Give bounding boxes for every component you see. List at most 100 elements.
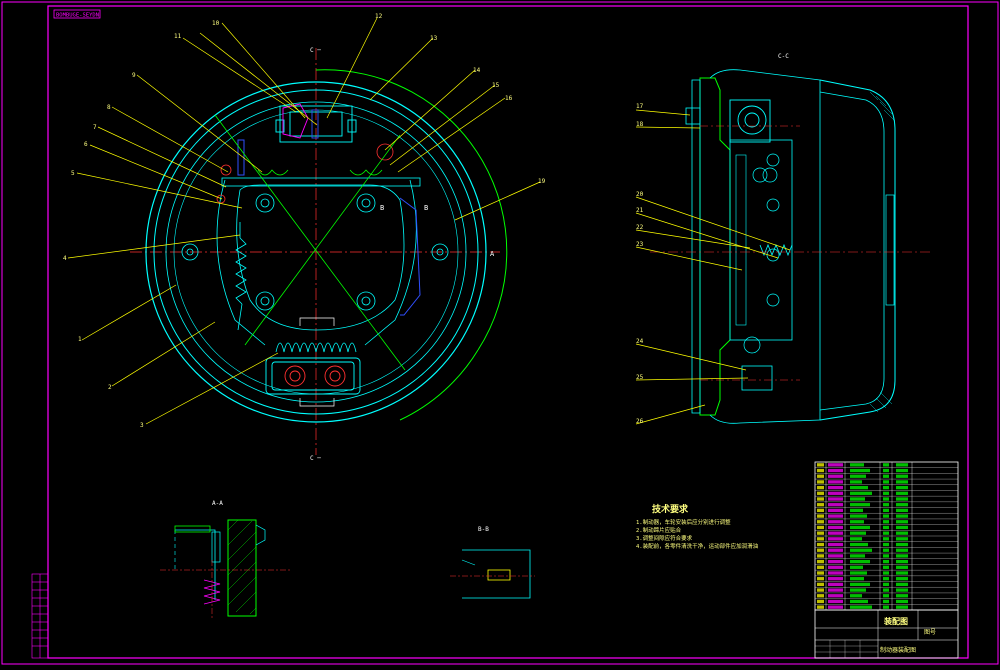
callout-22: 22 bbox=[636, 224, 644, 231]
callout-8: 8 bbox=[107, 104, 111, 111]
callout-4: 4 bbox=[63, 255, 67, 262]
cable-diagonal-1 bbox=[214, 114, 406, 371]
side-leader-lines bbox=[635, 109, 791, 425]
side-view: C-C 17 18 20 21 22 23 24 25 26 bbox=[635, 53, 930, 425]
parts-entry-mark bbox=[883, 491, 889, 495]
parts-entry-mark bbox=[828, 599, 843, 604]
parts-entry-mark bbox=[896, 537, 908, 541]
title-stamp-label: 图号 bbox=[924, 629, 936, 636]
top-spring-right bbox=[349, 169, 383, 176]
parts-entry-mark bbox=[828, 485, 843, 490]
parts-entry-mark bbox=[896, 594, 908, 598]
callout-5: 5 bbox=[71, 170, 75, 177]
parts-entry-mark bbox=[883, 537, 889, 541]
section-mark-top: C ─ bbox=[310, 47, 321, 54]
main-view: C ─ C ─ B B A 1 2 3 4 5 6 7 8 9 10 11 12… bbox=[63, 13, 546, 462]
parts-entry-mark bbox=[828, 497, 843, 501]
parts-entry-mark bbox=[817, 508, 824, 513]
parts-entry-mark bbox=[896, 577, 908, 581]
callout-1: 1 bbox=[78, 336, 82, 343]
callout-26: 26 bbox=[636, 418, 644, 425]
backing-plate-inner bbox=[236, 184, 405, 331]
callout-9: 9 bbox=[132, 72, 136, 79]
section-bb-title: B-B bbox=[478, 526, 489, 533]
parts-entry-mark bbox=[828, 571, 843, 575]
parts-entry-mark bbox=[896, 468, 908, 473]
parts-entry-mark bbox=[850, 491, 872, 495]
parts-entry-mark bbox=[883, 485, 889, 490]
parts-entry-mark bbox=[883, 565, 889, 569]
parts-entry-mark bbox=[896, 548, 908, 552]
section-aa: A-A bbox=[160, 500, 290, 620]
callout-15: 15 bbox=[492, 82, 500, 89]
parts-entry-mark bbox=[817, 485, 824, 490]
parts-entry-mark bbox=[883, 554, 889, 558]
parts-entry-mark bbox=[883, 468, 889, 473]
parts-entry-mark bbox=[828, 554, 843, 558]
callout-10: 10 bbox=[212, 20, 220, 27]
parts-entry-mark bbox=[817, 565, 824, 569]
mark-b-left: B bbox=[380, 204, 384, 212]
parts-entry-mark bbox=[817, 594, 824, 598]
parts-entry-mark bbox=[850, 605, 872, 609]
top-spring-left bbox=[257, 169, 289, 176]
tech-req-line-3: 3.调整间隙应符合要求 bbox=[636, 534, 693, 542]
parts-entry-mark bbox=[828, 542, 843, 547]
parts-entry-mark bbox=[896, 525, 908, 530]
section-mark-bottom: C ─ bbox=[310, 455, 321, 462]
bb-key bbox=[487, 569, 511, 581]
parts-entry-mark bbox=[817, 588, 824, 592]
parts-entry-mark bbox=[850, 571, 867, 575]
parts-entry-mark bbox=[828, 594, 843, 598]
parts-entry-mark bbox=[883, 577, 889, 581]
parts-entry-mark bbox=[828, 480, 843, 484]
parts-entry-mark bbox=[883, 508, 889, 513]
callout-23: 23 bbox=[636, 241, 644, 248]
drum-profile-inner bbox=[819, 91, 885, 411]
title-block: 装配图 图号 制动器装配图 bbox=[814, 609, 959, 659]
parts-entry-mark bbox=[817, 537, 824, 541]
parts-entry-mark bbox=[896, 571, 908, 575]
parts-entry-mark bbox=[828, 588, 843, 592]
parts-entry-mark bbox=[828, 474, 843, 478]
left-return-spring bbox=[235, 222, 247, 331]
mark-b-right: B bbox=[424, 204, 428, 212]
parts-entry-mark bbox=[896, 514, 908, 518]
drum-bottom-lip bbox=[709, 414, 821, 424]
parts-entry-mark bbox=[850, 548, 872, 552]
parts-entry-mark bbox=[883, 474, 889, 478]
side-callout-labels: 17 18 20 21 22 23 24 25 26 bbox=[636, 103, 644, 425]
parts-entry-mark bbox=[828, 577, 843, 581]
parts-entry-mark bbox=[896, 503, 908, 507]
shoe-web-side bbox=[735, 154, 747, 326]
parts-entry-mark bbox=[817, 577, 824, 581]
parts-entry-mark bbox=[817, 525, 824, 530]
aa-drum-rim bbox=[255, 524, 266, 546]
bottom-anchor bbox=[265, 357, 361, 395]
parts-entry-mark bbox=[817, 531, 824, 535]
parts-entry-mark bbox=[896, 497, 908, 501]
parts-entry-mark bbox=[883, 520, 889, 524]
parts-entry-mark bbox=[828, 559, 843, 564]
callout-20: 20 bbox=[636, 191, 644, 198]
wheel-cylinder-fitting bbox=[282, 103, 319, 139]
parts-entry-mark bbox=[817, 559, 824, 564]
aa-drum-section bbox=[227, 519, 257, 617]
drawing-name: 装配图 bbox=[883, 616, 908, 626]
parts-entry-mark bbox=[828, 514, 843, 518]
section-aa-title: A-A bbox=[212, 500, 223, 507]
parts-entry-mark bbox=[896, 480, 908, 484]
parts-entry-mark bbox=[883, 548, 889, 552]
drum-green-arc-2 bbox=[399, 349, 479, 421]
parts-entry-mark bbox=[896, 542, 908, 547]
parts-entry-mark bbox=[850, 520, 864, 524]
parts-entry-mark bbox=[828, 548, 843, 552]
bb-outline bbox=[462, 549, 531, 599]
backing-plate-section bbox=[699, 77, 731, 416]
tech-req-line-2: 2.制动蹄片应贴合 bbox=[636, 526, 682, 534]
callout-12: 12 bbox=[375, 13, 383, 20]
drawing-canvas: BOMBUGE-SEYDN C ─ C ─ B B A 1 2 3 4 5 6 … bbox=[0, 0, 1000, 666]
parts-entry-mark bbox=[850, 537, 862, 541]
parts-entry-mark bbox=[883, 480, 889, 484]
parts-entry-mark bbox=[817, 514, 824, 518]
